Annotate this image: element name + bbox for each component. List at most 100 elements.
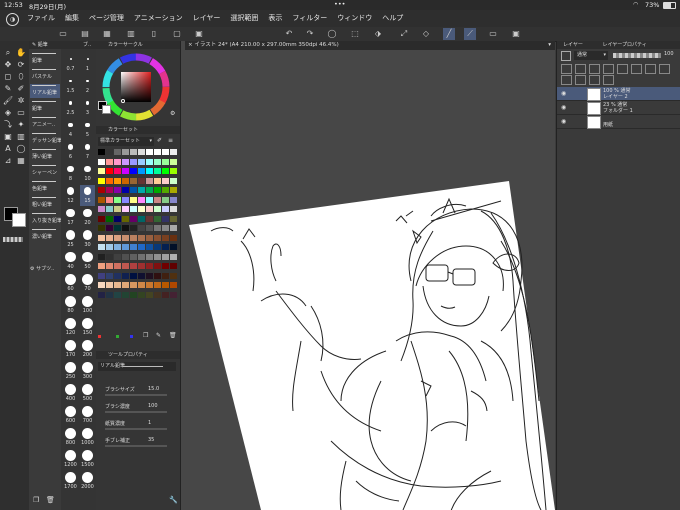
color-swatch[interactable] [130, 187, 137, 193]
menu-item-4[interactable]: レイヤー [193, 10, 221, 27]
layer-row[interactable]: ◉ 100 % 通常 レイヤー 2 [557, 87, 680, 101]
gear-icon[interactable] [589, 75, 600, 85]
color-swatch[interactable] [162, 187, 169, 193]
file-icon[interactable]: ▭ [57, 28, 69, 40]
subtool-item[interactable]: 入り抜き鉛筆 [30, 212, 62, 226]
color-swatch[interactable] [114, 158, 121, 165]
undo-icon[interactable]: ↶ [283, 28, 295, 40]
note-icon[interactable]: ▯ [148, 28, 160, 40]
color-swatch[interactable] [170, 168, 177, 174]
color-swatch[interactable] [130, 158, 137, 165]
color-swatch[interactable] [170, 215, 177, 222]
color-swatch[interactable] [106, 234, 113, 241]
color-swatch[interactable] [162, 168, 169, 174]
color-swatch[interactable] [114, 168, 121, 174]
layer-row[interactable]: ◉ 用紙 [557, 115, 680, 129]
subtool-item[interactable]: 鉛筆 [30, 100, 60, 114]
color-swatch[interactable] [138, 291, 145, 298]
color-swatch[interactable] [146, 168, 153, 174]
color-swatch[interactable] [138, 158, 145, 165]
brush-size-cell[interactable]: 10 [80, 163, 95, 184]
color-swatch[interactable] [162, 263, 169, 269]
brush-size-cell[interactable]: 150 [80, 317, 95, 338]
brush-size-cell[interactable]: 2 [80, 75, 95, 96]
subtool-item[interactable]: パステル [30, 68, 60, 82]
color-swatch[interactable] [98, 149, 105, 155]
opacity-slider[interactable] [613, 53, 661, 58]
brush-size-cell[interactable]: 120 [63, 317, 78, 338]
brush-size-cell[interactable]: 30 [80, 229, 95, 250]
color-swatch[interactable] [170, 234, 177, 241]
balloon-icon[interactable]: ◯ [15, 143, 27, 155]
color-swatch[interactable] [106, 177, 113, 184]
color-swatch[interactable] [146, 272, 153, 279]
color-swatch[interactable] [130, 225, 137, 231]
figure-icon[interactable]: ▣ [2, 131, 14, 143]
color-swatch[interactable] [154, 149, 161, 155]
color-swatch[interactable] [98, 187, 105, 193]
clipboard-icon[interactable]: ▤ [79, 28, 91, 40]
tab-layer-property[interactable]: レイヤープロパティ [602, 42, 646, 48]
tab-layer[interactable]: レイヤー [563, 42, 583, 48]
property-slider[interactable] [105, 445, 167, 447]
wrench-icon[interactable]: 🔧 [169, 496, 178, 504]
subtool-item[interactable]: デッサン鉛筆 [30, 132, 62, 146]
color-swatch[interactable] [154, 206, 161, 212]
color-swatch[interactable] [162, 158, 169, 165]
color-swatch[interactable] [122, 253, 129, 260]
color-swatch[interactable] [114, 253, 121, 260]
color-swatch[interactable] [106, 206, 113, 212]
color-swatch[interactable] [154, 282, 161, 288]
color-swatch[interactable] [106, 168, 113, 174]
color-swatch[interactable] [122, 149, 129, 155]
color-swatch[interactable] [122, 215, 129, 222]
transparent-swatch[interactable] [3, 237, 23, 242]
edit-color-icon[interactable]: ✎ [156, 332, 161, 339]
menu-icon[interactable]: ≡ [168, 137, 173, 144]
color-swatch[interactable] [154, 253, 161, 260]
pen-icon[interactable]: ✎ [2, 83, 14, 95]
color-swatch[interactable] [170, 263, 177, 269]
brush-size-cell[interactable]: 1200 [63, 449, 78, 470]
brush-size-cell[interactable]: 15 [80, 185, 95, 206]
color-swatch[interactable] [146, 187, 153, 193]
color-swatch[interactable] [162, 272, 169, 279]
color-swatch[interactable] [154, 272, 161, 279]
color-swatch[interactable] [138, 177, 145, 184]
color-swatch[interactable] [170, 149, 177, 155]
color-swatch[interactable] [138, 263, 145, 269]
color-swatch[interactable] [170, 282, 177, 288]
brush-size-cell[interactable]: 1700 [63, 471, 78, 492]
color-swatch[interactable] [122, 168, 129, 174]
color-swatch[interactable] [130, 244, 137, 250]
airbrush-icon[interactable]: ✲ [15, 95, 27, 107]
color-swatch[interactable] [98, 272, 105, 279]
color-swatch[interactable] [114, 187, 121, 193]
color-swatch[interactable] [122, 206, 129, 212]
brush-size-cell[interactable]: 500 [80, 383, 95, 404]
brush-size-cell[interactable]: 70 [80, 273, 95, 294]
eraser-icon[interactable]: ▭ [15, 107, 27, 119]
color-swatch[interactable] [122, 282, 129, 288]
color-swatch[interactable] [98, 263, 105, 269]
subtool-item[interactable]: 色鉛筆 [30, 180, 60, 194]
color-swatch[interactable] [98, 253, 105, 260]
color-swatch[interactable] [122, 234, 129, 241]
color-swatch[interactable] [138, 272, 145, 279]
lasso-icon[interactable]: ⬯ [15, 71, 27, 83]
color-swatch[interactable] [130, 291, 137, 298]
color-swatch[interactable] [146, 158, 153, 165]
canvas-area[interactable] [181, 41, 555, 510]
color-swatch[interactable] [114, 282, 121, 288]
color-swatch[interactable] [130, 272, 137, 279]
brush-size-cell[interactable]: 600 [63, 405, 78, 426]
color-swatch[interactable] [114, 263, 121, 269]
brush-size-cell[interactable]: 3 [80, 97, 95, 118]
color-swatch[interactable] [98, 168, 105, 174]
color-swatch[interactable] [138, 187, 145, 193]
property-row[interactable]: ブラシ濃度 100 [100, 403, 178, 415]
brush-size-cell[interactable]: 17 [63, 207, 78, 228]
color-swatch[interactable] [170, 225, 177, 231]
import-icon[interactable]: ▣ [193, 28, 205, 40]
trash-icon[interactable]: 🗑 [46, 496, 55, 504]
